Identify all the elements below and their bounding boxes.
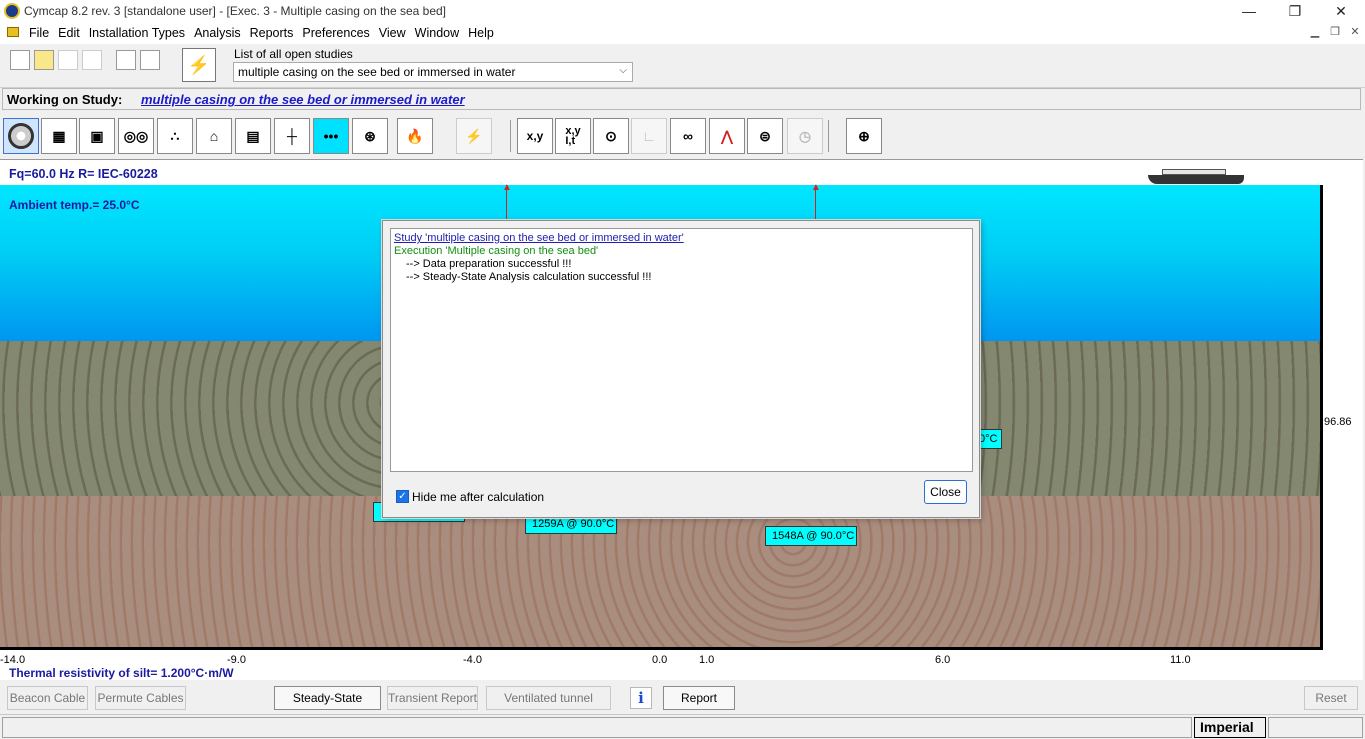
mdi-close-button[interactable]: ✕ xyxy=(1345,24,1365,42)
run-lightning-icon[interactable]: ⚡ xyxy=(182,48,216,82)
menu-reports[interactable]: Reports xyxy=(250,26,302,40)
report-button[interactable]: Report xyxy=(663,686,735,710)
magnifier-cable-icon[interactable]: ⊙ xyxy=(593,118,629,154)
clock-chart-icon: ◷ xyxy=(787,118,823,154)
canvas-border-right xyxy=(1320,185,1323,649)
log-line: Study 'multiple casing on the see bed or… xyxy=(394,232,684,244)
print-setup-icon[interactable] xyxy=(140,50,160,70)
x-tick: 1.0 xyxy=(699,654,715,666)
close-window-button[interactable]: ✕ xyxy=(1318,0,1364,22)
xy-coordinates-icon[interactable]: x,y xyxy=(517,118,553,154)
ambient-temp-label: Ambient temp.= 25.0°C xyxy=(9,198,140,212)
ventilated-tunnel-report-button[interactable]: Ventilated tunnel report xyxy=(486,686,611,727)
studies-dropdown[interactable]: multiple casing on the see bed or immers… xyxy=(233,62,633,82)
cables-in-air-icon[interactable]: ∴ xyxy=(157,118,193,154)
beacon-cable-button[interactable]: Beacon Cable xyxy=(7,686,88,710)
status-panel xyxy=(1268,717,1363,738)
chevron-down-icon: ⌵ xyxy=(619,65,627,76)
close-button[interactable]: Close xyxy=(924,480,967,504)
x-tick: -4.0 xyxy=(463,654,482,666)
new-file-icon[interactable] xyxy=(10,50,30,70)
units-indicator: Imperial xyxy=(1194,717,1266,738)
disabled-lightning-icon: ⚡ xyxy=(456,118,492,154)
x-tick: 0.0 xyxy=(652,654,668,666)
working-label: Working on Study: xyxy=(7,92,123,107)
menu-view[interactable]: View xyxy=(379,26,414,40)
app-icon xyxy=(4,3,20,19)
bottom-bar: Beacon Cable Permute Cables Steady-State… xyxy=(0,683,1365,727)
title-bar: Cymcap 8.2 rev. 3 [standalone user] - [E… xyxy=(0,0,1365,22)
x-tick: -9.0 xyxy=(227,654,246,666)
info-icon[interactable]: i xyxy=(630,687,652,709)
save-icon[interactable] xyxy=(58,50,78,70)
menu-analysis[interactable]: Analysis xyxy=(194,26,249,40)
menu-help[interactable]: Help xyxy=(468,26,502,40)
maximize-button[interactable]: ❐ xyxy=(1272,0,1318,22)
thermal-resistivity-label: Thermal resistivity of silt= 1.200°C·m/W xyxy=(9,666,234,680)
menu-installation-types[interactable]: Installation Types xyxy=(89,26,193,40)
status-panel xyxy=(2,717,1192,738)
print-icon[interactable] xyxy=(116,50,136,70)
chart-axes-icon: ∟ xyxy=(631,118,667,154)
studies-selected-value: multiple casing on the see bed or immers… xyxy=(238,65,516,79)
duct-bank-icon[interactable]: ▦ xyxy=(41,118,77,154)
menu-window[interactable]: Window xyxy=(415,26,467,40)
riser-pole-icon[interactable]: ┼ xyxy=(274,118,310,154)
study-link[interactable]: multiple casing on the see bed or immers… xyxy=(141,92,465,107)
mdi-restore-button[interactable]: ❐ xyxy=(1325,24,1345,42)
window-title: Cymcap 8.2 rev. 3 [standalone user] - [E… xyxy=(24,4,446,18)
cable-routing-icon[interactable]: ⊜ xyxy=(747,118,783,154)
backfill-icon[interactable]: ▣ xyxy=(79,118,115,154)
folder-icon xyxy=(7,27,19,37)
xy-current-time-icon[interactable]: x,y I,t xyxy=(555,118,591,154)
separator xyxy=(510,120,511,152)
main-toolbar: ⚡ xyxy=(0,44,1365,88)
log-line: --> Data preparation successful !!! xyxy=(406,258,572,270)
status-bar: Imperial xyxy=(0,714,1365,739)
reset-button[interactable]: Reset xyxy=(1304,686,1358,710)
hide-after-calculation-checkbox[interactable]: ✓ xyxy=(396,490,409,503)
menu-edit[interactable]: Edit xyxy=(58,26,88,40)
menu-preferences[interactable]: Preferences xyxy=(302,26,377,40)
log-line: --> Steady-State Analysis calculation su… xyxy=(406,271,652,283)
ship-icon xyxy=(1148,162,1244,184)
trough-icon[interactable]: ▤ xyxy=(235,118,271,154)
calculation-results-dialog: Study 'multiple casing on the see bed or… xyxy=(382,220,980,518)
cable-label[interactable]: 1548A @ 90.0°C xyxy=(765,526,857,546)
tunnel-icon[interactable]: ⌂ xyxy=(196,118,232,154)
transient-report-button[interactable]: Transient Report xyxy=(387,686,478,710)
arrow-line xyxy=(815,185,816,219)
submarine-cable-icon[interactable]: ••• xyxy=(313,118,349,154)
heat-source-icon[interactable]: 🔥 xyxy=(397,118,433,154)
y-value-label: 96.86 xyxy=(1324,416,1352,428)
mutual-heating-icon[interactable]: ∞ xyxy=(670,118,706,154)
hide-after-calculation-label[interactable]: Hide me after calculation xyxy=(412,490,544,504)
x-tick: -14.0 xyxy=(0,654,26,666)
log-line: Execution 'Multiple casing on the sea be… xyxy=(394,245,599,257)
arrow-line xyxy=(506,185,507,219)
zoom-in-icon[interactable]: ⊕ xyxy=(846,118,882,154)
installation-toolbar: ▦ ▣ ◎◎ ∴ ⌂ ▤ ┼ ••• ⊛ 🔥 ⚡ x,y x,y I,t ⊙ ∟… xyxy=(0,114,1365,158)
soil-layer xyxy=(0,496,1322,649)
canvas-border-bottom xyxy=(0,647,1323,650)
x-tick: 6.0 xyxy=(935,654,951,666)
permute-cables-button[interactable]: Permute Cables xyxy=(95,686,186,710)
calculation-log: Study 'multiple casing on the see bed or… xyxy=(390,228,973,472)
menu-bar: File Edit Installation Types Analysis Re… xyxy=(0,22,1365,44)
separator xyxy=(828,120,829,152)
pipe-type-icon[interactable]: ⊛ xyxy=(352,118,388,154)
trefoil-cable-icon[interactable] xyxy=(3,118,39,154)
multiple-cables-icon[interactable]: ◎◎ xyxy=(118,118,154,154)
save-all-icon[interactable] xyxy=(82,50,102,70)
minimize-button[interactable]: — xyxy=(1226,0,1272,22)
steady-state-report-button[interactable]: Steady-State Report xyxy=(274,686,381,727)
x-tick: 11.0 xyxy=(1170,654,1191,666)
menu-file[interactable]: File xyxy=(29,26,57,40)
distribution-chart-icon[interactable]: ⋀ xyxy=(709,118,745,154)
working-study-bar: Working on Study: multiple casing on the… xyxy=(2,88,1361,110)
mdi-minimize-button[interactable]: ▁ xyxy=(1305,24,1325,42)
open-file-icon[interactable] xyxy=(34,50,54,70)
studies-label: List of all open studies xyxy=(234,47,353,61)
frequency-label: Fq=60.0 Hz R= IEC-60228 xyxy=(9,167,158,181)
